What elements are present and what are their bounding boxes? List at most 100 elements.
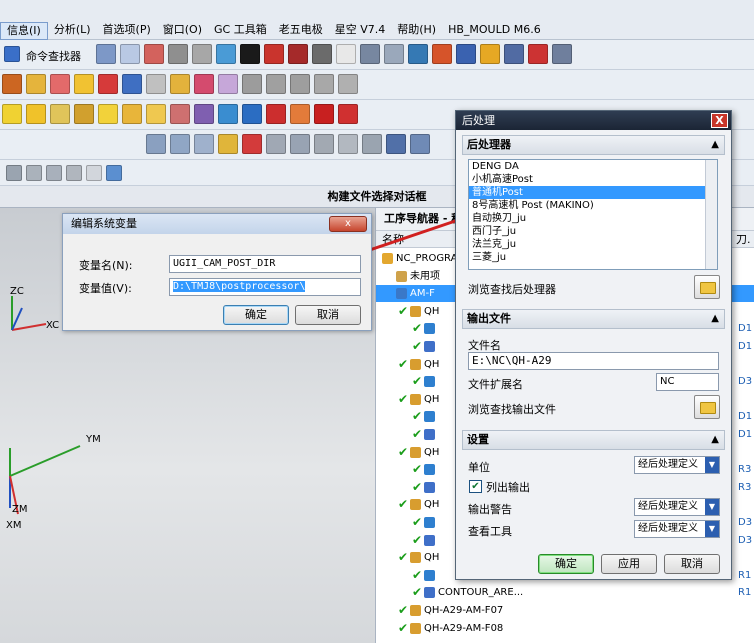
shape-icon[interactable] (170, 104, 190, 124)
menu-gc-toolbox[interactable]: GC 工具箱 (208, 22, 273, 40)
list-output-checkbox[interactable]: ✔ (469, 480, 482, 493)
clip-icon[interactable] (312, 44, 332, 64)
magnet-icon[interactable] (98, 74, 118, 94)
assembly-icon[interactable] (432, 44, 452, 64)
menu-info[interactable]: 信息(I) (0, 22, 48, 40)
warn-icon[interactable] (74, 74, 94, 94)
rotate-icon[interactable] (66, 165, 82, 181)
tool3-icon[interactable] (290, 74, 310, 94)
list-scrollbar[interactable] (705, 160, 717, 269)
view-cube-icon[interactable] (106, 165, 122, 181)
post-dialog-close-button[interactable]: X (711, 113, 728, 128)
output-warnings-select[interactable]: 经后处理定义 ▼ (634, 498, 720, 516)
list-icon[interactable] (146, 74, 166, 94)
browse-output-button[interactable] (694, 395, 720, 419)
menu-window[interactable]: 窗口(O) (157, 22, 208, 40)
tool-icon[interactable] (456, 44, 476, 64)
command-finder-label[interactable]: 命令查找器 (26, 48, 81, 64)
sweep-icon[interactable] (360, 44, 380, 64)
select-box-icon[interactable] (86, 165, 102, 181)
paint-icon[interactable] (98, 104, 118, 124)
abc2-icon[interactable] (26, 104, 46, 124)
undo-icon[interactable] (6, 165, 22, 181)
browse-post-button[interactable] (694, 275, 720, 299)
review-tool-select[interactable]: 经后处理定义 ▼ (634, 520, 720, 538)
env-ok-button[interactable]: 确定 (223, 305, 289, 325)
section-postprocessor[interactable]: 后处理器 ▲ (462, 135, 725, 155)
selection-icon[interactable] (96, 44, 116, 64)
bar-icon[interactable] (552, 44, 572, 64)
op9-icon[interactable] (338, 134, 358, 154)
redo-icon[interactable] (26, 165, 42, 181)
solid3-icon[interactable] (266, 104, 286, 124)
menu-preferences[interactable]: 首选项(P) (97, 22, 157, 40)
solid-icon[interactable] (218, 104, 238, 124)
op3-icon[interactable] (194, 134, 214, 154)
menu-laowu-electrode[interactable]: 老五电极 (273, 22, 329, 40)
snap-icon[interactable] (144, 44, 164, 64)
section-edit-icon[interactable] (288, 44, 308, 64)
postprocessor-list-item[interactable]: 8号高速机 Post (MAKINO) (469, 199, 717, 212)
command-finder-icon[interactable] (4, 46, 20, 62)
env-dialog-close-button[interactable]: x (329, 216, 367, 232)
hand2-icon[interactable] (290, 104, 310, 124)
post-apply-button[interactable]: 应用 (601, 554, 657, 574)
post-cancel-button[interactable]: 取消 (664, 554, 720, 574)
hand-icon[interactable] (480, 44, 500, 64)
section-settings[interactable]: 设置 ▲ (462, 430, 725, 450)
diamond-icon[interactable] (314, 104, 334, 124)
postprocessor-list-item[interactable]: 三菱_ju (469, 251, 717, 264)
info-icon[interactable] (120, 44, 140, 64)
frame-icon[interactable] (50, 74, 70, 94)
solid2-icon[interactable] (242, 104, 262, 124)
postprocessor-list[interactable]: DENG DA 小机高速Post 普通机Post 8号高速机 Post (MAKINO… (468, 159, 718, 270)
menu-xingkong[interactable]: 星空 V7.4 (329, 22, 392, 40)
render-icon[interactable] (240, 44, 260, 64)
arrow-icon[interactable] (504, 44, 524, 64)
blend-icon[interactable] (384, 44, 404, 64)
postprocessor-list-item[interactable]: 普通机Post (469, 186, 717, 199)
op8-icon[interactable] (314, 134, 334, 154)
navigator-row[interactable]: ✔ QH-A29-AM-F07 (376, 602, 754, 619)
op5-icon[interactable] (242, 134, 262, 154)
table-icon[interactable] (408, 44, 428, 64)
filename-input[interactable]: E:\NC\QH-A29 (468, 352, 719, 370)
hammer-icon[interactable] (122, 104, 142, 124)
postprocessor-list-item[interactable]: 小机高速Post (469, 173, 717, 186)
brush-icon[interactable] (74, 104, 94, 124)
box-icon[interactable] (26, 74, 46, 94)
feature-icon[interactable] (2, 74, 22, 94)
op11-icon[interactable] (386, 134, 406, 154)
stack2-icon[interactable] (194, 104, 214, 124)
section-icon[interactable] (264, 44, 284, 64)
postprocessor-list-item[interactable]: DENG DA (469, 160, 717, 173)
move-icon[interactable] (46, 165, 62, 181)
x-icon[interactable] (528, 44, 548, 64)
op4-icon[interactable] (218, 134, 238, 154)
tool4-icon[interactable] (314, 74, 334, 94)
abc-icon[interactable] (2, 104, 22, 124)
name-icon[interactable] (50, 104, 70, 124)
mesh-icon[interactable] (338, 104, 358, 124)
tool5-icon[interactable] (338, 74, 358, 94)
cube-icon[interactable] (216, 44, 236, 64)
text-icon[interactable] (122, 74, 142, 94)
shade-icon[interactable] (168, 44, 188, 64)
navigator-row[interactable]: ✔ QH-A29-AM-F08 (376, 620, 754, 637)
postprocessor-list-item[interactable]: 西门子_ju (469, 225, 717, 238)
layers-icon[interactable] (194, 74, 214, 94)
navigator-row[interactable]: ✔ CONTOUR_ARE... R1 (376, 584, 754, 601)
col-tool-header[interactable]: 刀. (736, 231, 751, 249)
op10-icon[interactable] (362, 134, 382, 154)
op2-icon[interactable] (170, 134, 190, 154)
var-name-input[interactable]: UGII_CAM_POST_DIR (169, 255, 361, 273)
env-cancel-button[interactable]: 取消 (295, 305, 361, 325)
note-icon[interactable] (146, 104, 166, 124)
op-icon[interactable] (146, 134, 166, 154)
section-output-file[interactable]: 输出文件 ▲ (462, 309, 725, 329)
postprocessor-list-item[interactable]: 自动换刀_ju (469, 212, 717, 225)
menu-help[interactable]: 帮助(H) (391, 22, 442, 40)
postprocessor-list-item[interactable]: 法兰克_ju (469, 238, 717, 251)
units-select[interactable]: 经后处理定义 ▼ (634, 456, 720, 474)
op12-icon[interactable] (410, 134, 430, 154)
